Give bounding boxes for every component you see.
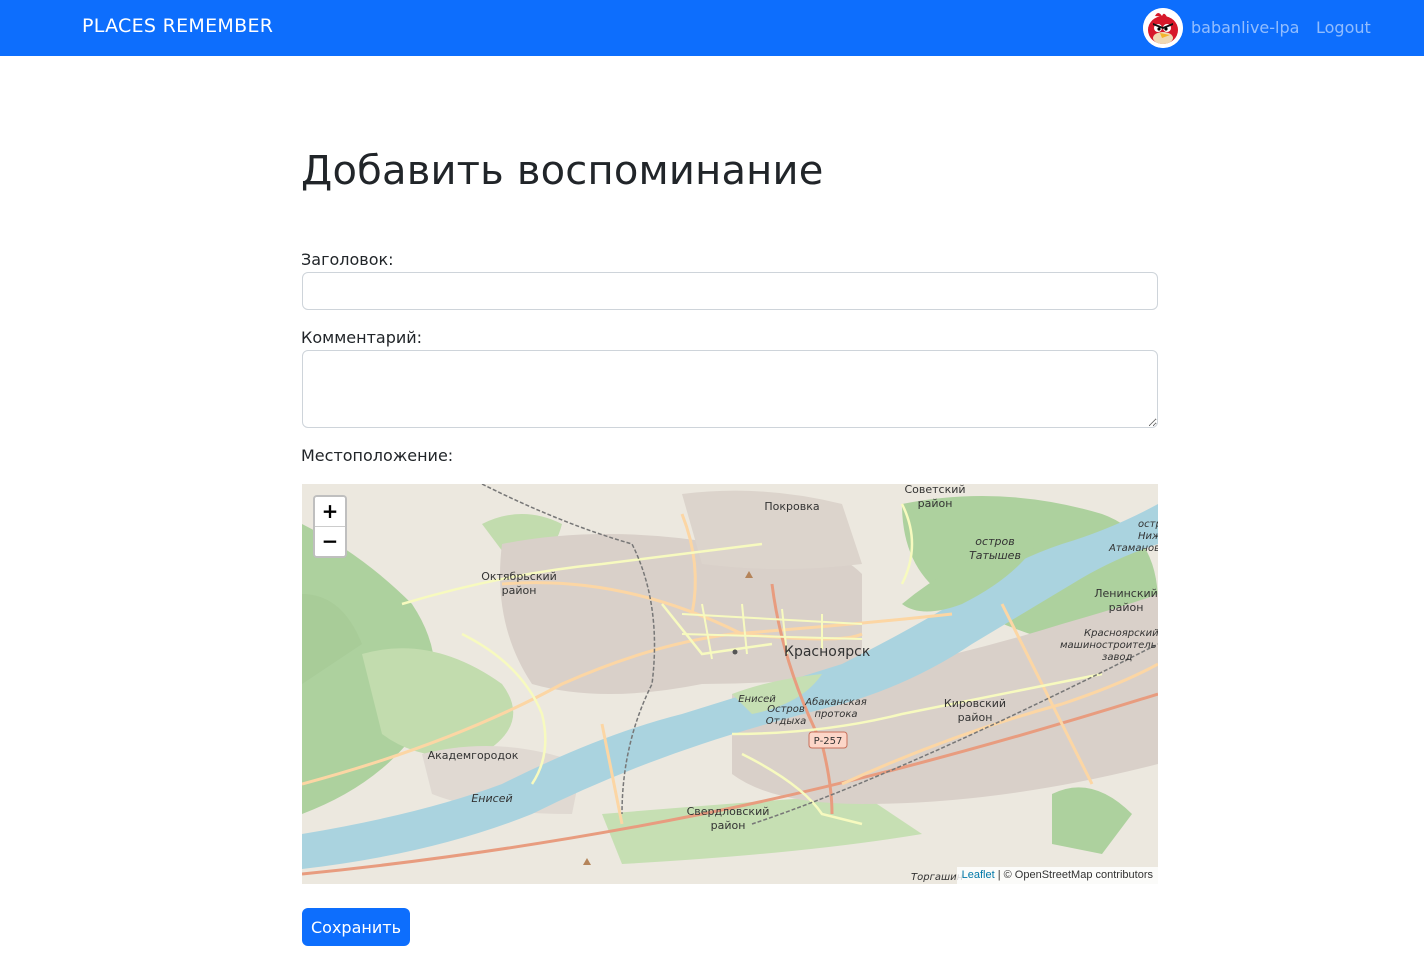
map-label-otdykh-1: Остров <box>767 704 805 715</box>
user-avatar <box>1143 8 1183 48</box>
map-label-akadem: Академгородок <box>428 749 519 762</box>
city-label: Красноярск <box>784 644 870 660</box>
map-label-kms-1: Красноярский <box>1084 628 1158 639</box>
map-label-otdykh-2: Отдыха <box>766 716 807 727</box>
username-link[interactable]: babanlive-lpa <box>1191 18 1299 37</box>
map-label-sverdlovsky-1: Свердловский <box>687 805 770 818</box>
title-label: Заголовок: <box>301 250 394 269</box>
comment-label: Комментарий: <box>301 328 423 347</box>
save-button[interactable]: Сохранить <box>302 908 410 946</box>
navbar: PLACES REMEMBER babanlive-lpa Logout <box>0 0 1424 56</box>
map-label-tatyshev-2: Татышев <box>969 549 1021 562</box>
map-label-abakan-2: протока <box>814 709 857 720</box>
map-label-leninsky-2: район <box>1109 601 1144 614</box>
map-label-enisei-1: Енисей <box>738 694 776 705</box>
map-label-kms-2: машиностроитель <box>1060 640 1157 651</box>
zoom-control: + − <box>313 495 347 558</box>
map-label-enisei-2: Енисей <box>471 792 512 805</box>
logout-link[interactable]: Logout <box>1316 18 1371 37</box>
map-label-nizhny-1: остро <box>1138 519 1158 530</box>
map-label-tatyshev-1: остров <box>975 535 1014 548</box>
map-label-kirovsky-2: район <box>958 711 993 724</box>
zoom-in-button[interactable]: + <box>315 497 345 527</box>
page-title: Добавить воспоминание <box>301 148 824 194</box>
map-label-oktyabrsky-1: Октябрьский <box>481 570 557 583</box>
map-label-kirovsky-1: Кировский <box>944 697 1006 710</box>
location-label: Местоположение: <box>301 446 454 465</box>
map-label-nizhny-2: Нижни <box>1138 531 1158 542</box>
zoom-out-button[interactable]: − <box>315 527 345 556</box>
map-label-leninsky-1: Ленинский <box>1094 587 1158 600</box>
brand-logo[interactable]: PLACES REMEMBER <box>82 15 273 37</box>
road-shield-label: Р-257 <box>814 736 843 747</box>
map-label-sverdlovsky-2: район <box>711 819 746 832</box>
map-label-pokrovka: Покровка <box>764 500 819 513</box>
map-label-sovetsky-1: Советский <box>904 484 965 496</box>
map-label-nizhny-3: Атаманов <box>1108 543 1158 554</box>
map-label-kms-3: завод <box>1102 652 1132 663</box>
map-label-abakan-1: Абаканская <box>804 696 867 708</box>
map-label-sovetsky-2: район <box>918 497 953 510</box>
leaflet-link[interactable]: Leaflet <box>962 869 995 881</box>
location-map[interactable]: Р-257 Красноярск Октябрьский район Покро… <box>302 484 1158 884</box>
map-attribution: Leaflet | © OpenStreetMap contributors <box>956 867 1158 884</box>
title-input[interactable] <box>302 272 1158 310</box>
map-label-oktyabrsky-2: район <box>502 584 537 597</box>
map-tiles: Р-257 Красноярск Октябрьский район Покро… <box>302 484 1158 884</box>
comment-textarea[interactable] <box>302 350 1158 428</box>
attribution-text: | © OpenStreetMap contributors <box>994 869 1153 881</box>
